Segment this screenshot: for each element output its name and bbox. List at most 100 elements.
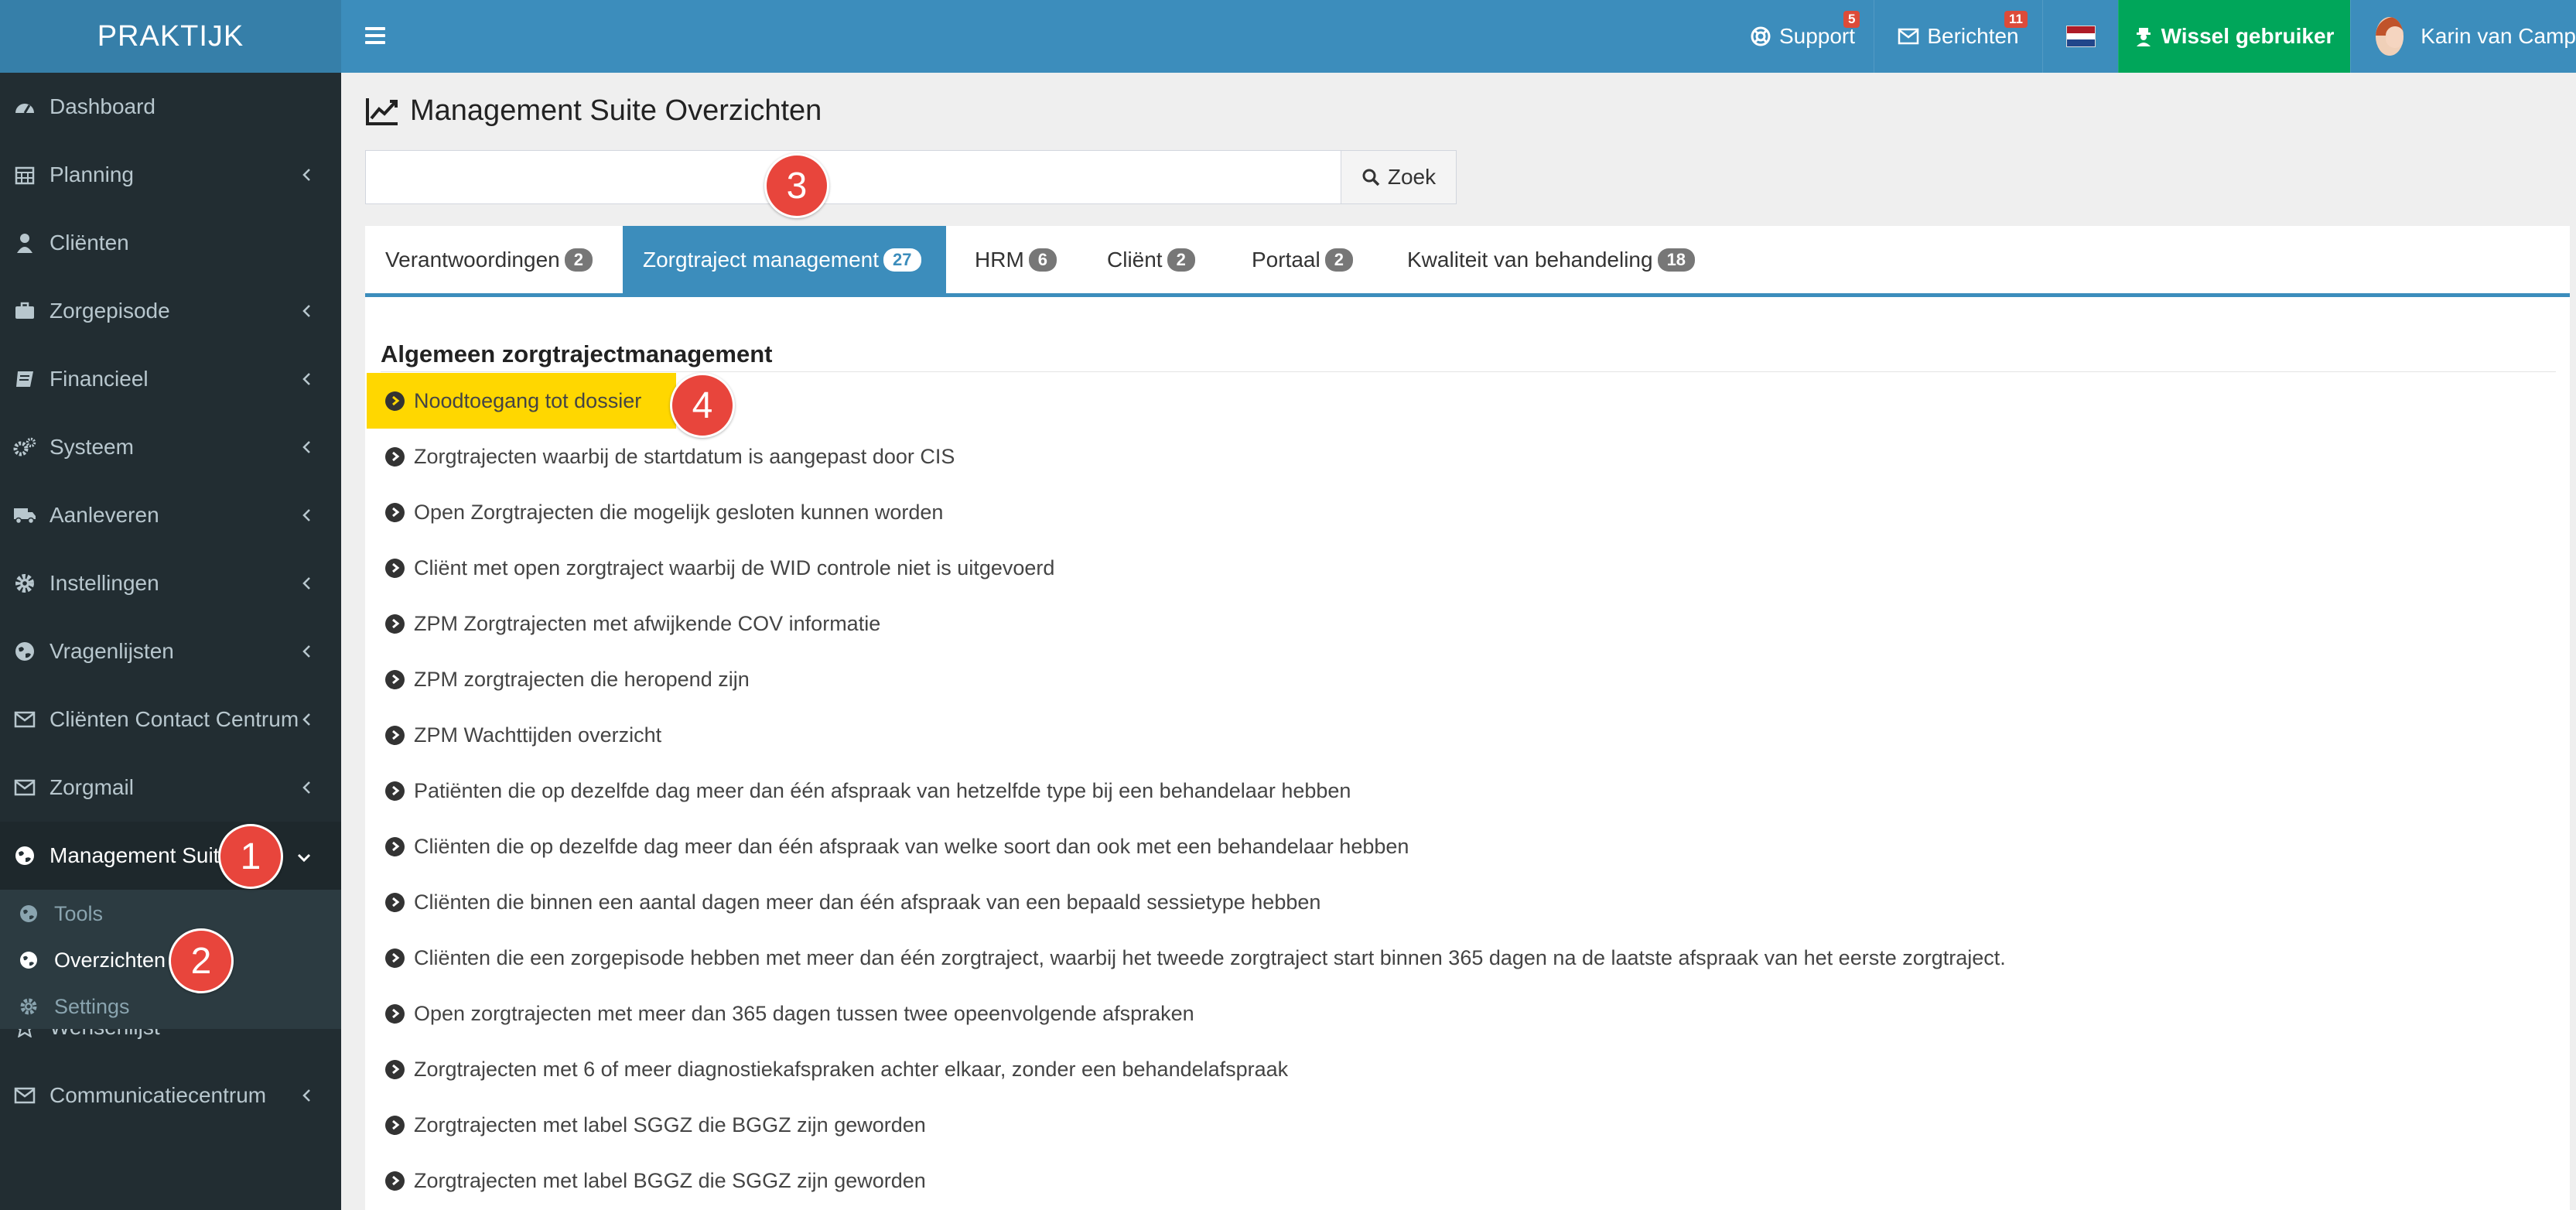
chevron-circle-right-icon — [385, 391, 405, 411]
tab-label: Zorgtraject management — [643, 247, 880, 272]
sidebar-item-management-suite[interactable]: Management Suite — [0, 822, 341, 890]
user-menu[interactable]: Karin van Camp — [2350, 0, 2576, 73]
report-link[interactable]: Open zorgtrajecten met meer dan 365 dage… — [367, 986, 1194, 1041]
chevron-circle-right-icon — [385, 948, 405, 968]
report-link[interactable]: Cliënten die binnen een aantal dagen mee… — [367, 874, 1320, 930]
sidebar-item-label: Cliënten Contact Centrum — [50, 707, 299, 731]
sidebar-item-vragenlijsten[interactable]: Vragenlijsten — [0, 617, 341, 685]
chevron-circle-right-icon — [385, 446, 405, 467]
chevron-circle-right-icon — [385, 1003, 405, 1024]
report-link[interactable]: Patiënten die op dezelfde dag meer dan é… — [367, 763, 1351, 819]
messages-link[interactable]: Berichten 11 — [1874, 0, 2042, 73]
chevron-left-icon — [301, 709, 312, 733]
search-button[interactable]: Zoek — [1341, 150, 1457, 204]
chevron-left-icon — [301, 1085, 312, 1109]
user-icon — [13, 233, 36, 253]
switch-user-button[interactable]: Wissel gebruiker — [2118, 0, 2350, 73]
submenu-item-label: Overzichten — [54, 948, 166, 972]
sidebar-item-cli-nten-contact-centrum[interactable]: Cliënten Contact Centrum — [0, 685, 341, 754]
report-label: Cliënten die een zorgepisode hebben met … — [414, 945, 2006, 969]
report-label: Patiënten die op dezelfde dag meer dan é… — [414, 778, 1351, 802]
sidebar-item-aanleveren[interactable]: Aanleveren — [0, 481, 341, 549]
sidebar-toggle-icon[interactable] — [365, 23, 385, 48]
submenu-item-tools[interactable]: Tools — [0, 891, 341, 936]
sidebar-item-label: Management Suite — [50, 843, 232, 867]
language-selector[interactable] — [2042, 0, 2118, 73]
chevron-circle-right-icon — [385, 725, 405, 745]
tab-count-badge: 6 — [1028, 248, 1057, 272]
tab-label: Cliënt — [1107, 247, 1163, 272]
globe-icon — [13, 641, 36, 661]
chevron-circle-right-icon — [385, 1115, 405, 1135]
report-link[interactable]: Zorgtrajecten met 6 of meer diagnostieka… — [367, 1041, 1288, 1097]
submenu-item-label: Settings — [54, 994, 130, 1018]
envelope-icon — [13, 779, 36, 796]
envelope-icon — [13, 711, 36, 728]
report-link[interactable]: Open Zorgtrajecten die mogelijk gesloten… — [367, 484, 943, 540]
truck-icon — [13, 506, 36, 525]
report-label: Open Zorgtrajecten die mogelijk gesloten… — [414, 500, 944, 524]
sidebar-item-zorgepisode[interactable]: Zorgepisode — [0, 277, 341, 345]
report-link[interactable]: Cliënt met open zorgtraject waarbij de W… — [367, 540, 1054, 596]
sidebar-item-label: Instellingen — [50, 571, 159, 595]
tab-count-badge: 2 — [1324, 248, 1353, 272]
tab-verantwoordingen[interactable]: Verantwoordingen 2 — [365, 226, 613, 293]
user-name: Karin van Camp — [2421, 24, 2576, 48]
sidebar-item-label: Systeem — [50, 435, 134, 459]
top-navbar: PRAKTIJK Support 5 Berichten 11 Wissel g… — [0, 0, 2576, 73]
chevron-circle-right-icon — [385, 1059, 405, 1079]
report-link[interactable]: Zorgtrajecten met label SGGZ die BGGZ zi… — [367, 1097, 926, 1153]
tab-client[interactable]: Cliënt 2 — [1087, 226, 1215, 293]
sidebar-item-planning[interactable]: Planning — [0, 141, 341, 209]
report-link[interactable]: Noodtoegang tot dossier — [367, 373, 676, 429]
tab-count-badge: 2 — [1167, 248, 1195, 272]
chevron-left-icon — [301, 300, 312, 324]
tab-hrm[interactable]: HRM 6 — [955, 226, 1077, 293]
tab-portaal[interactable]: Portaal 2 — [1232, 226, 1373, 293]
report-label: Zorgtrajecten met label BGGZ die SGGZ zi… — [414, 1168, 926, 1192]
sidebar-item-zorgmail[interactable]: Zorgmail — [0, 754, 341, 822]
chevron-circle-right-icon — [385, 836, 405, 856]
avatar — [2376, 17, 2404, 56]
report-link[interactable]: ZPM Wachttijden overzicht — [367, 707, 661, 763]
gear-icon — [13, 573, 36, 593]
sidebar-item-communicatiecentrum[interactable]: Communicatiecentrum — [0, 1061, 341, 1130]
support-link[interactable]: Support 5 — [1731, 0, 1874, 73]
book-icon — [13, 370, 36, 388]
report-label: Open zorgtrajecten met meer dan 365 dage… — [414, 1001, 1194, 1025]
tab-zorgtraject-management[interactable]: Zorgtraject management 27 — [623, 226, 946, 293]
section-title: Algemeen zorgtrajectmanagement — [381, 340, 773, 367]
submenu-item-settings[interactable]: Settings — [0, 984, 341, 1029]
report-link[interactable]: ZPM zorgtrajecten die heropend zijn — [367, 651, 750, 707]
report-label: ZPM Zorgtrajecten met afwijkende COV inf… — [414, 611, 881, 635]
report-link[interactable]: Cliënten die een zorgepisode hebben met … — [367, 930, 2006, 986]
sidebar-item-label: Communicatiecentrum — [50, 1083, 267, 1107]
sidebar-item-dashboard[interactable]: Dashboard — [0, 73, 341, 141]
app-logo[interactable]: PRAKTIJK — [0, 0, 341, 73]
sidebar-item-cli-nten[interactable]: Cliënten — [0, 209, 341, 277]
report-link[interactable]: Zorgtrajecten met label BGGZ die SGGZ zi… — [367, 1153, 926, 1208]
tab-label: Kwaliteit van behandeling — [1407, 247, 1653, 272]
chevron-left-icon — [301, 641, 312, 665]
chevron-left-icon — [301, 436, 312, 460]
tab-label: Portaal — [1252, 247, 1320, 272]
cogs-icon — [13, 437, 36, 457]
sidebar-item-financieel[interactable]: Financieel — [0, 345, 341, 413]
tab-kwaliteit-van-behandeling[interactable]: Kwaliteit van behandeling 18 — [1387, 226, 1715, 293]
report-label: ZPM zorgtrajecten die heropend zijn — [414, 667, 750, 691]
globe-icon — [17, 951, 40, 969]
report-label: Zorgtrajecten met label SGGZ die BGGZ zi… — [414, 1113, 926, 1137]
dutch-flag-icon — [2065, 26, 2096, 47]
sidebar-item-instellingen[interactable]: Instellingen — [0, 549, 341, 617]
report-link[interactable]: ZPM Zorgtrajecten met afwijkende COV inf… — [367, 596, 880, 651]
report-link[interactable]: Cliënten die op dezelfde dag meer dan éé… — [367, 819, 1409, 874]
gear-icon — [17, 997, 40, 1016]
search-input[interactable] — [365, 150, 1341, 204]
report-link[interactable]: Zorgtrajecten waarbij de startdatum is a… — [367, 429, 955, 484]
chevron-left-icon — [301, 573, 312, 596]
chevron-circle-right-icon — [385, 614, 405, 634]
sidebar: Dashboard Planning Cliënten Zorgepisode Fina… — [0, 73, 341, 1210]
sidebar-item-label: Vragenlijsten — [50, 639, 174, 663]
sidebar-item-systeem[interactable]: Systeem — [0, 413, 341, 481]
step-marker-1: 1 — [218, 824, 283, 889]
